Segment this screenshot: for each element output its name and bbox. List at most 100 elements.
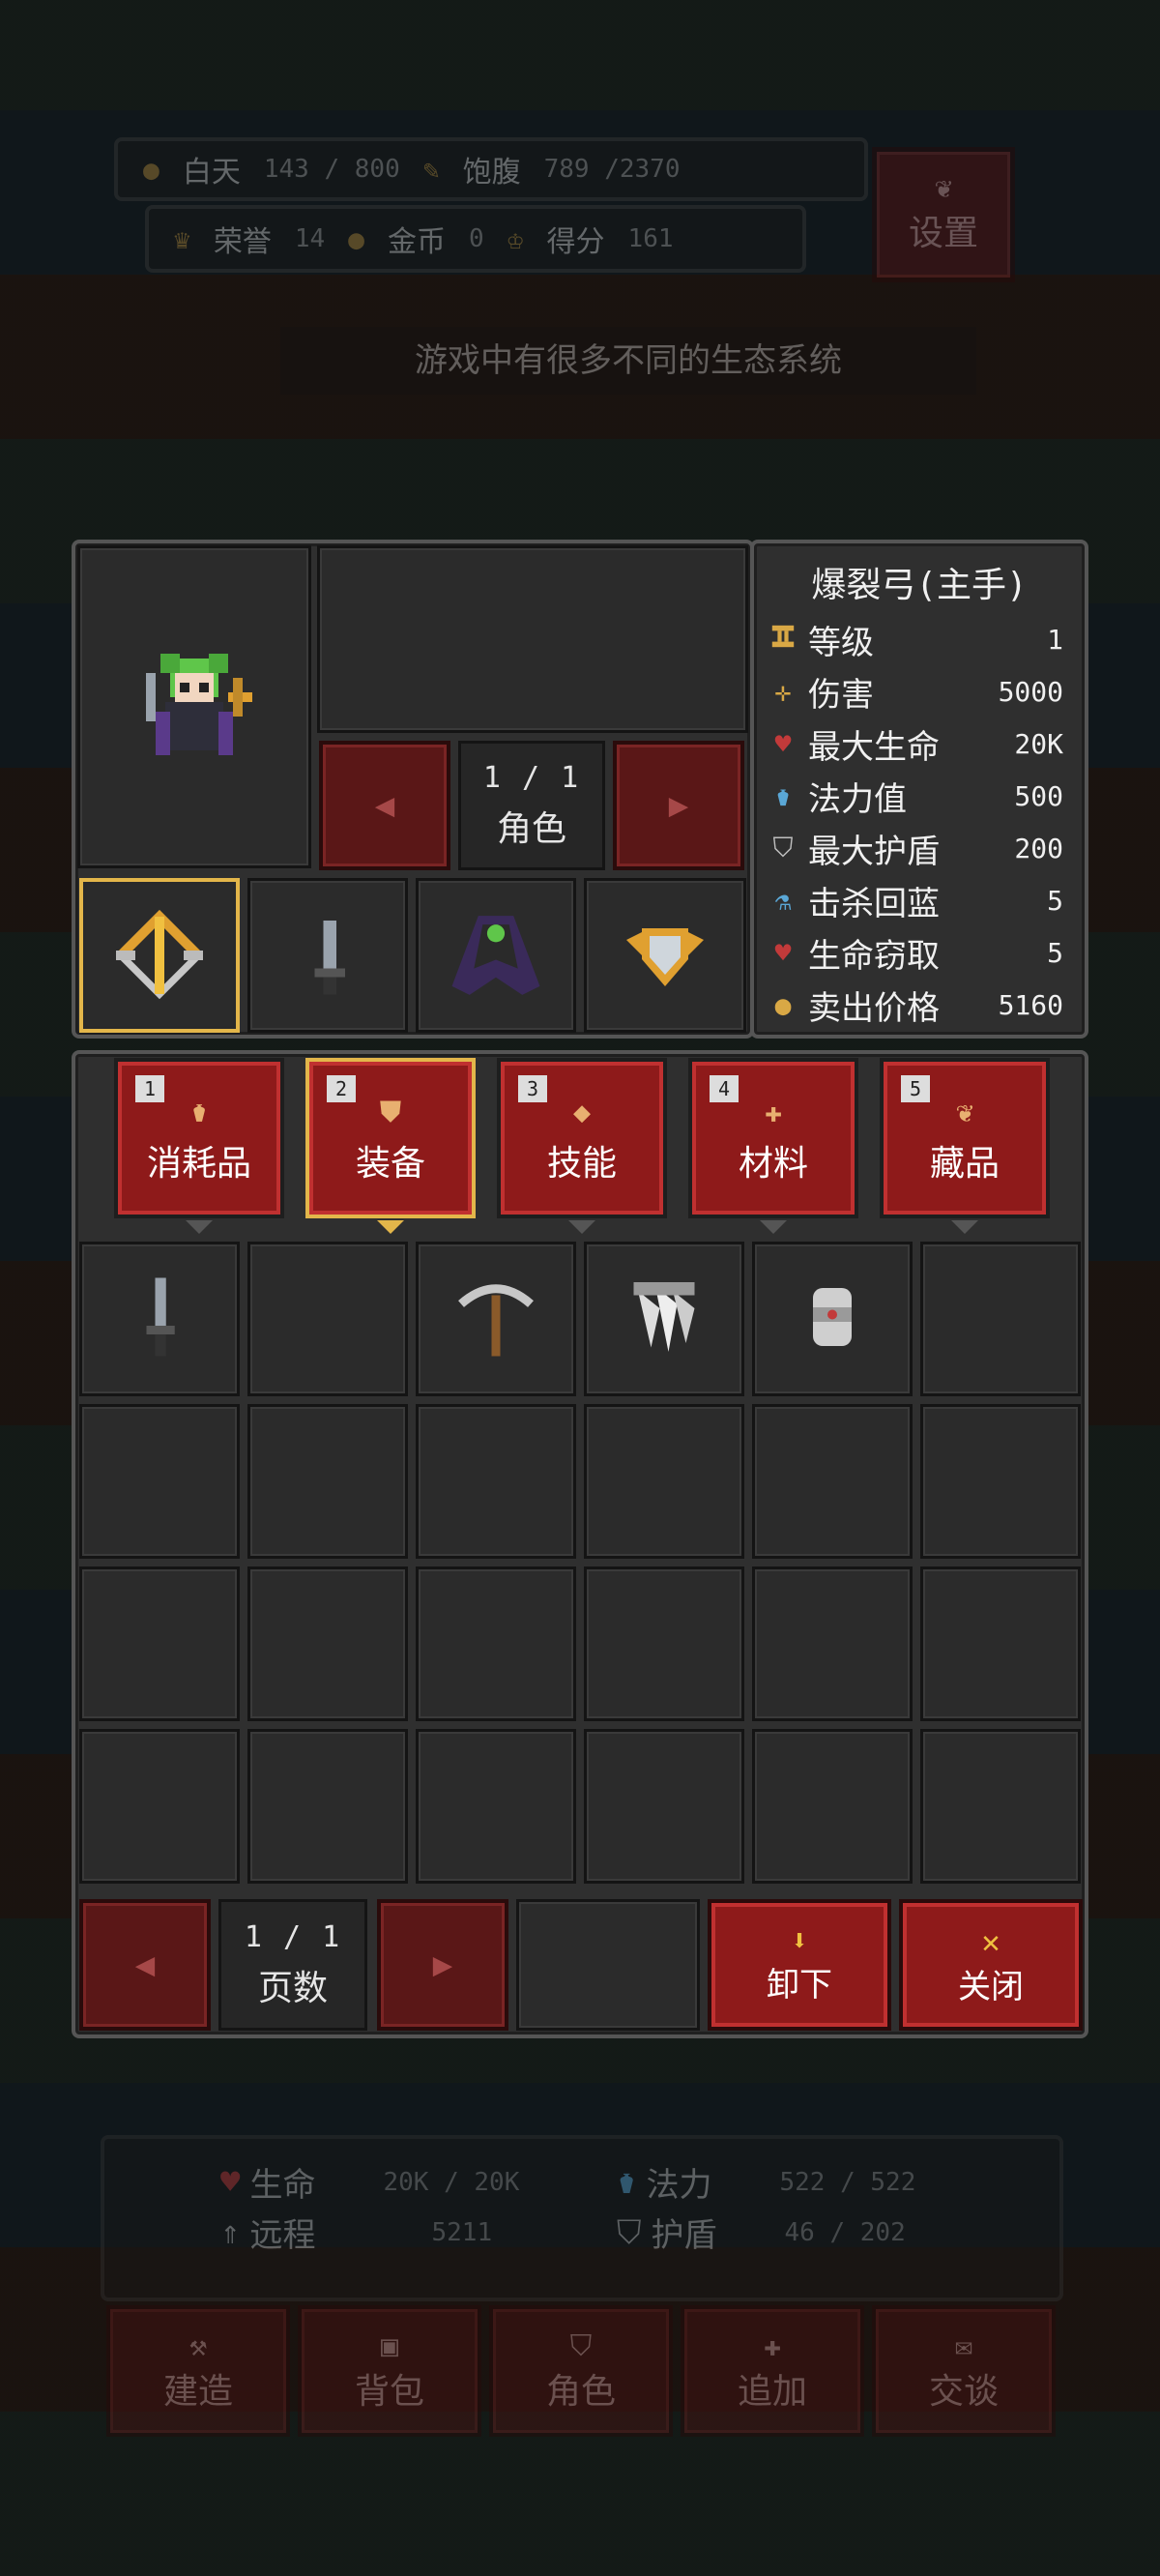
backpack-icon: ▣: [380, 2328, 399, 2363]
item-name: 爆裂弓(主手): [811, 566, 1028, 605]
inventory-slot[interactable]: [752, 1242, 913, 1396]
sun-icon: ●: [143, 153, 160, 186]
inventory-slot[interactable]: [247, 1729, 408, 1884]
tab-label: 装备: [355, 1144, 425, 1184]
character-pager-value: 1 / 1: [482, 760, 581, 795]
stat-row: 等级 1: [766, 613, 1073, 665]
shield-label: 护盾: [651, 2216, 717, 2255]
inventory-slot[interactable]: [79, 1729, 240, 1884]
inventory-slot[interactable]: [247, 1404, 408, 1559]
nav-button-build[interactable]: ⚒ 建造: [106, 2305, 290, 2437]
nav-button-add[interactable]: ✚ 追加: [681, 2305, 864, 2437]
inventory-slot[interactable]: [752, 1566, 913, 1721]
tab-number: 5: [901, 1075, 930, 1102]
nav-label: 建造: [162, 2371, 233, 2412]
inventory-slot[interactable]: [920, 1729, 1081, 1884]
arrow-left-icon: ◀: [134, 1946, 156, 1984]
inventory-slot[interactable]: [79, 1242, 240, 1396]
player-status-bar: ♥ 生命 20K / 20K ⚱ 法力 522 / 522 ⇑ 远程 5211 …: [101, 2135, 1063, 2301]
skill-gem-icon: ◆: [572, 1096, 592, 1129]
inventory-next-button[interactable]: ▶: [377, 1899, 508, 2031]
inventory-slot[interactable]: [920, 1242, 1081, 1396]
character-prev-button[interactable]: ◀: [319, 741, 450, 870]
trophy-icon: ♔: [507, 222, 524, 255]
tab-skill-gem[interactable]: 3 ◆ 技能: [497, 1058, 667, 1218]
inventory-slot[interactable]: [416, 1566, 576, 1721]
pickaxe-icon: [452, 1273, 539, 1364]
hp-value: 20K / 20K: [383, 2167, 520, 2197]
unequip-button[interactable]: ⬇ 卸下: [708, 1899, 891, 2031]
inventory-slot[interactable]: [584, 1729, 744, 1884]
inventory-slot[interactable]: [416, 1242, 576, 1396]
honor-value: 14: [294, 224, 326, 253]
potion-icon: ⚱: [189, 1096, 209, 1129]
tab-indicator-arrow-icon: [951, 1220, 978, 1234]
equip-slot-accessory[interactable]: [584, 878, 746, 1033]
hud-top-row: ● 白天 143 / 800 ✎ 饱腹 789 /2370: [114, 137, 868, 201]
tab-label: 消耗品: [146, 1144, 251, 1184]
inventory-slot[interactable]: [920, 1404, 1081, 1559]
coin-icon: ●: [774, 988, 792, 1021]
range-label: 远程: [249, 2216, 316, 2255]
settings-button[interactable]: ❦ 设置: [872, 147, 1015, 282]
tab-number: 1: [135, 1075, 164, 1102]
equip-slot-weapon[interactable]: [79, 878, 240, 1033]
level-icon: [766, 623, 800, 657]
inventory-slot[interactable]: [247, 1566, 408, 1721]
tab-label: 技能: [546, 1144, 617, 1184]
inventory-slot[interactable]: [416, 1729, 576, 1884]
hunger-icon: ✎: [422, 153, 440, 186]
nav-button-character[interactable]: ⛉ 角色: [489, 2305, 673, 2437]
character-pager: 1 / 1 角色: [458, 741, 605, 870]
tab-potion[interactable]: 1 ⚱ 消耗品: [114, 1058, 284, 1218]
stat-label: 击杀回蓝: [808, 884, 940, 923]
crown-icon: ♛: [174, 222, 190, 255]
inventory-pager-value: 1 / 1: [244, 1919, 342, 1954]
stat-label: 等级: [808, 623, 874, 662]
inventory-slot[interactable]: [752, 1404, 913, 1559]
equip-slot-offhand[interactable]: [247, 878, 408, 1033]
close-button[interactable]: ✕ 关闭: [899, 1899, 1083, 2031]
inventory-slot[interactable]: [79, 1566, 240, 1721]
stat-value: 5: [1047, 936, 1063, 969]
stat-value: 5160: [998, 988, 1063, 1021]
stat-row: ● 卖出价格 5160: [766, 979, 1073, 1031]
inventory-prev-button[interactable]: ◀: [79, 1899, 211, 2031]
nav-label: 交谈: [928, 2371, 999, 2412]
tab-number: 3: [518, 1075, 547, 1102]
tab-material[interactable]: 4 ✚ 材料: [688, 1058, 858, 1218]
close-icon: ✕: [981, 1922, 1000, 1960]
inventory-slot[interactable]: [752, 1729, 913, 1884]
add-icon: ✚: [763, 2328, 782, 2363]
damage-icon: ✛: [774, 675, 792, 708]
mana-stat: ⚱ 法力 522 / 522: [617, 2158, 915, 2206]
inventory-slot[interactable]: [584, 1566, 744, 1721]
equip-slot-armor[interactable]: [416, 878, 576, 1033]
inventory-slot[interactable]: [584, 1404, 744, 1559]
shield-small-icon: ⛉: [772, 832, 794, 864]
inventory-slot[interactable]: [79, 1404, 240, 1559]
inventory-slot[interactable]: [416, 1404, 576, 1559]
stat-label: 伤害: [808, 675, 874, 715]
mana-flask-icon: ⚱: [617, 2162, 637, 2202]
mana-value: 522 / 522: [779, 2167, 916, 2197]
nav-label: 角色: [545, 2371, 616, 2412]
nav-button-backpack[interactable]: ▣ 背包: [298, 2305, 481, 2437]
stat-label: 卖出价格: [808, 988, 940, 1028]
tab-armor[interactable]: 2 ⛊ 装备: [305, 1058, 476, 1218]
inventory-footer-empty: [516, 1899, 700, 2031]
nav-button-chat[interactable]: ✉ 交谈: [872, 2305, 1056, 2437]
nav-label: 背包: [354, 2371, 424, 2412]
stat-value: 5000: [998, 675, 1063, 708]
cloak-icon: [451, 916, 540, 995]
inventory-slot[interactable]: [920, 1566, 1081, 1721]
tab-leaf[interactable]: 5 ❦ 藏品: [880, 1058, 1050, 1218]
shield-value: 46 / 202: [784, 2217, 906, 2247]
character-next-button[interactable]: ▶: [613, 741, 744, 870]
mana-flask-icon: ⚱: [774, 779, 792, 812]
score-value: 161: [627, 224, 674, 253]
inventory-slot[interactable]: [247, 1242, 408, 1396]
gold-value: 0: [469, 224, 484, 253]
inventory-pager: 1 / 1 页数: [218, 1899, 367, 2031]
inventory-slot[interactable]: [584, 1242, 744, 1396]
